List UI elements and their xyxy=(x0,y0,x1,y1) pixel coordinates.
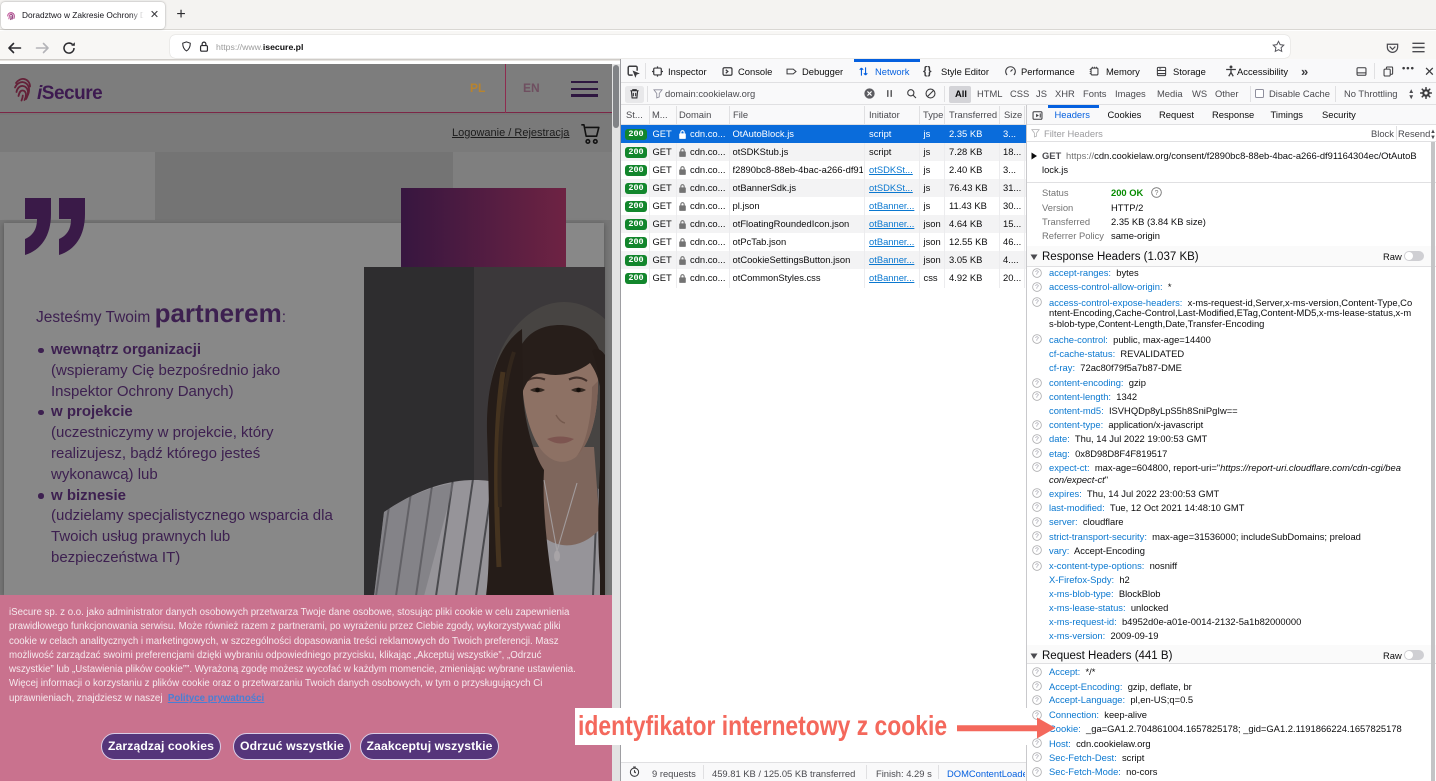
svg-text:?: ? xyxy=(1035,436,1039,443)
svg-text:?: ? xyxy=(1035,519,1039,526)
svg-text:?: ? xyxy=(1035,669,1039,676)
svg-text:?: ? xyxy=(1155,189,1159,196)
svg-text:?: ? xyxy=(1035,504,1039,511)
svg-text:?: ? xyxy=(1035,464,1039,471)
svg-text:?: ? xyxy=(1035,284,1039,291)
svg-text:?: ? xyxy=(1035,683,1039,690)
svg-text:?: ? xyxy=(1035,299,1039,306)
svg-text:?: ? xyxy=(1035,393,1039,400)
svg-text:?: ? xyxy=(1035,450,1039,457)
svg-text:?: ? xyxy=(1035,547,1039,554)
svg-text:?: ? xyxy=(1035,563,1039,570)
svg-text:?: ? xyxy=(1035,490,1039,497)
svg-text:?: ? xyxy=(1035,769,1039,776)
svg-text:?: ? xyxy=(1035,336,1039,343)
svg-text:?: ? xyxy=(1035,422,1039,429)
svg-text:?: ? xyxy=(1035,697,1039,704)
svg-text:?: ? xyxy=(1035,270,1039,277)
svg-text:?: ? xyxy=(1035,533,1039,540)
svg-text:?: ? xyxy=(1035,380,1039,387)
svg-text:?: ? xyxy=(1035,754,1039,761)
svg-text:?: ? xyxy=(1035,740,1039,747)
